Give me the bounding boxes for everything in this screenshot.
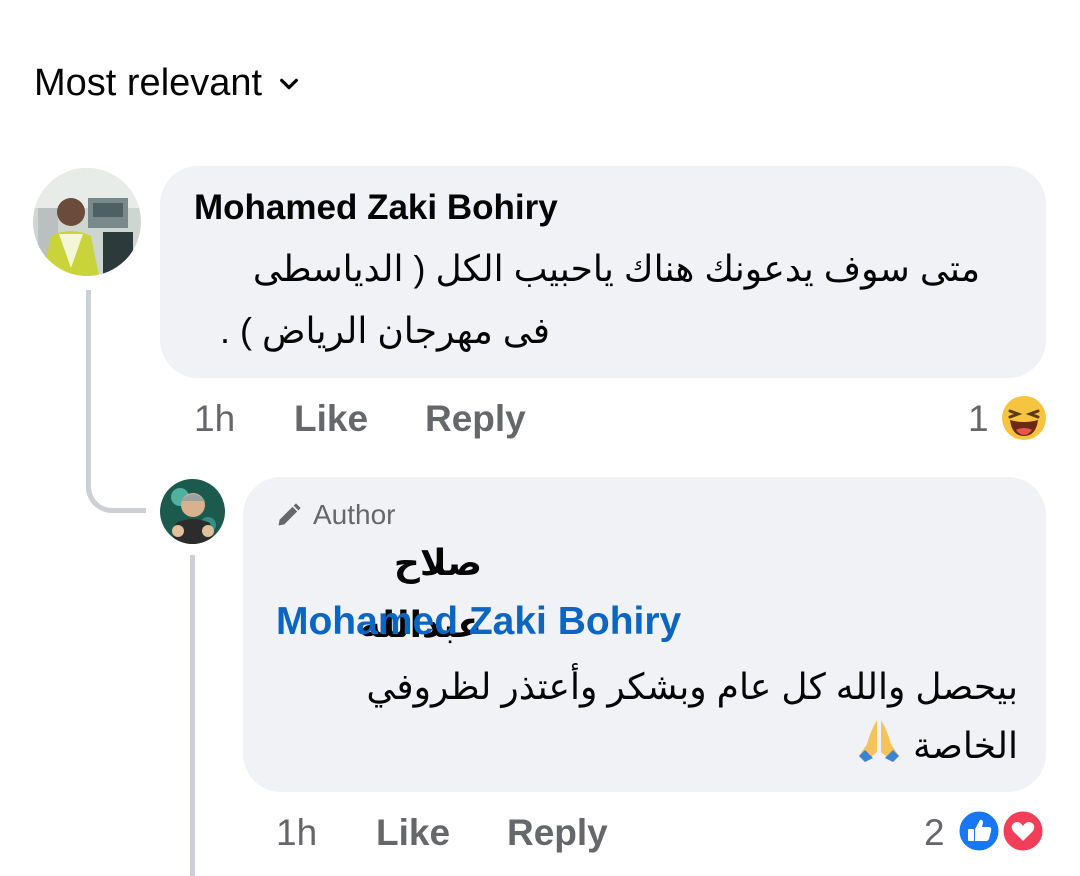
reply-reply-button[interactable]: Reply	[507, 812, 608, 854]
avatar-photo	[160, 479, 225, 544]
love-reaction-icon[interactable]	[1000, 808, 1046, 854]
comment-reaction-count[interactable]: 1	[968, 398, 989, 440]
reply-reaction-count[interactable]: 2	[924, 812, 945, 854]
author-badge: Author	[275, 499, 396, 531]
comment-text-line2: فى مهرجان الرياض ) .	[220, 310, 550, 351]
comment-like-button[interactable]: Like	[294, 398, 368, 440]
sort-dropdown[interactable]: Most relevant	[34, 62, 300, 105]
reply-like-button[interactable]: Like	[376, 812, 450, 854]
mention-link[interactable]: Mohamed Zaki Bohiry	[276, 600, 681, 644]
thread-line-curve	[86, 480, 146, 513]
reply-text-line1: بيحصل والله كل عام وبشكر وأعتذر لظروفي	[366, 666, 1018, 707]
reply-text-line2: الخاصة	[278, 715, 1018, 777]
comment-text-line1: متى سوف يدعونك هناك ياحبيب الكل ( الدياس…	[252, 248, 980, 289]
reply-text-line2-text: الخاصة	[912, 725, 1018, 766]
sort-label: Most relevant	[34, 62, 263, 104]
folded-hands-emoji-icon	[858, 720, 899, 762]
avatar-photo	[33, 168, 141, 276]
thread-line-vertical	[86, 290, 91, 490]
chevron-down-icon	[280, 78, 299, 89]
comment-time: 1h	[194, 398, 236, 439]
comment-author-name[interactable]: Mohamed Zaki Bohiry	[194, 188, 558, 228]
laugh-emoji-icon[interactable]	[1000, 394, 1048, 442]
avatar[interactable]	[33, 168, 141, 276]
pencil-icon	[278, 503, 301, 526]
like-reaction-icon[interactable]	[956, 808, 1002, 854]
avatar[interactable]	[160, 479, 225, 544]
author-badge-label: Author	[313, 499, 396, 530]
thread-line-reply	[190, 555, 195, 876]
reply-time: 1h	[276, 812, 318, 853]
comment-reply-button[interactable]: Reply	[425, 398, 526, 440]
